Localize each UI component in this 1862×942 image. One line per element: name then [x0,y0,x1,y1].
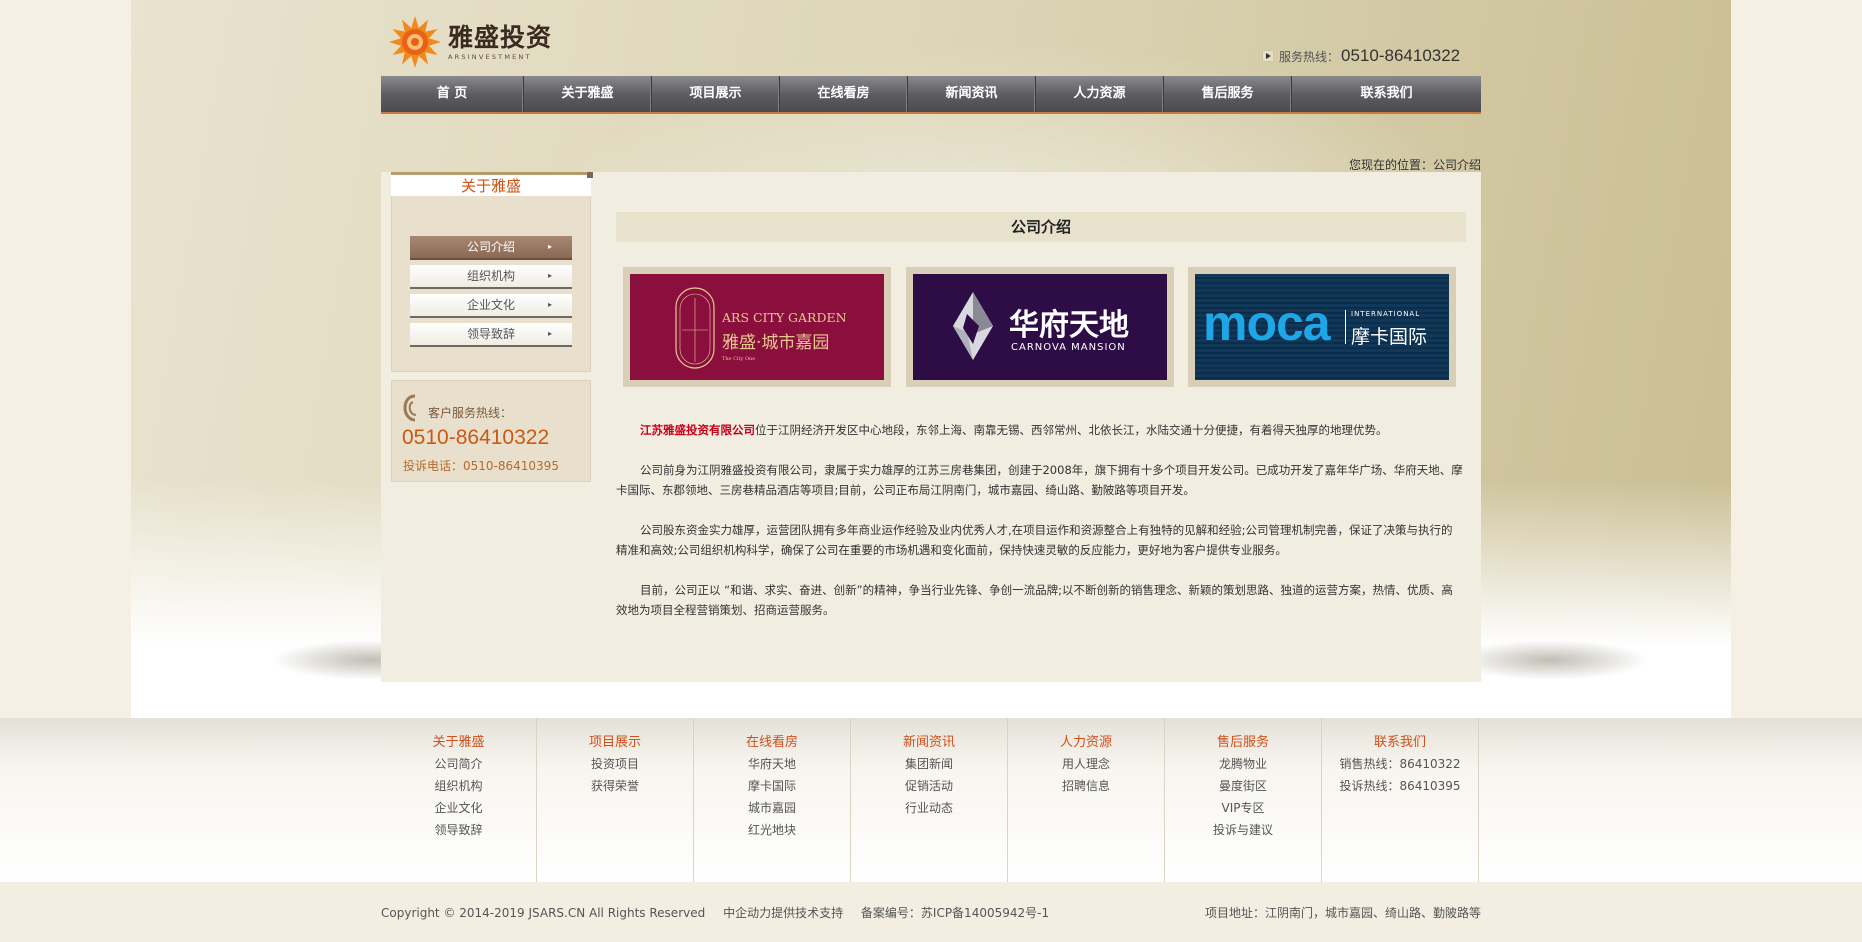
footer-link[interactable]: 公司简介 [381,753,536,775]
phone-icon [403,394,427,422]
sun-logo-icon [388,15,442,69]
sidebar-title-tab [587,172,593,178]
intro-paragraph-2: 公司前身为江阴雅盛投资有限公司，隶属于实力雄厚的江苏三房巷集团，创建于2008年… [616,463,1463,497]
sidebar-item-label: 领导致辞 [466,327,515,341]
play-icon [1262,50,1274,62]
nav-after-sales[interactable]: 售后服务 [1164,76,1292,112]
footer-link[interactable]: 行业动态 [851,797,1007,819]
footer-link[interactable]: 用人理念 [1008,753,1164,775]
footer-link[interactable]: 投资项目 [537,753,693,775]
footer-col-viewing: 在线看房 华府天地 摩卡国际 城市嘉园 红光地块 [694,718,851,882]
footer-col-title[interactable]: 人力资源 [1008,731,1164,753]
footer-link[interactable]: 摩卡国际 [694,775,850,797]
arrow-right-icon: ▸ [547,329,552,338]
footer-link[interactable]: 龙腾物业 [1165,753,1321,775]
contact-label: 客户服务热线： [428,406,513,420]
sidebar-menu: 公司介绍 ▸ 组织机构 ▸ 企业文化 ▸ 领导致辞 ▸ [410,236,572,352]
breadcrumb: 您现在的位置：公司介绍 [1348,158,1481,172]
banner-carnova-mansion[interactable]: 华府天地 CARNOVA MANSION [906,267,1174,387]
nav-hr[interactable]: 人力资源 [1036,76,1164,112]
footer-col-about: 关于雅盛 公司简介 组织机构 企业文化 领导致辞 [381,718,537,882]
footer-link[interactable]: 获得荣誉 [537,775,693,797]
nav-contact[interactable]: 联系我们 [1292,76,1481,112]
footer-link[interactable]: 红光地块 [694,819,850,841]
footer-link[interactable]: 组织机构 [381,775,536,797]
sidebar-item-label: 企业文化 [466,298,515,312]
footer-link[interactable]: 集团新闻 [851,753,1007,775]
footer-col-news: 新闻资讯 集团新闻 促销活动 行业动态 [851,718,1008,882]
sidebar-item-leadership[interactable]: 领导致辞 ▸ [410,323,572,347]
intro-paragraph-3: 公司股东资金实力雄厚，运营团队拥有多年商业运作经验及业内优秀人才,在项目运作和资… [616,523,1453,557]
footer-col-title[interactable]: 项目展示 [537,731,693,753]
company-name-highlight: 江苏雅盛投资有限公司 [640,423,755,437]
footer-col-title[interactable]: 关于雅盛 [381,731,536,753]
banner-title-cn: 雅盛·城市嘉园 [722,333,830,353]
banner-title-cn: 华府天地 [1009,308,1129,343]
arrow-right-icon: ▸ [547,271,552,280]
logo-title: 雅盛投资 [448,23,553,52]
footer-text: 销售热线：86410322 [1339,757,1461,771]
arrow-right-icon: ▸ [547,242,552,251]
support-link[interactable]: 中企动力提供技术支持 [723,906,843,920]
footer-link[interactable]: 华府天地 [694,753,850,775]
banner-city-garden[interactable]: ARS CITY GARDEN 雅盛·城市嘉园 The City One [623,267,891,387]
logo-subtitle: ARSINVESTMENT [448,53,532,61]
arrow-right-icon: ▸ [547,300,552,309]
hotline-number: 0510-86410322 [1341,46,1461,65]
header-hotline: 服务热线： 0510-86410322 [1262,46,1460,66]
footer-col-title[interactable]: 新闻资讯 [851,731,1007,753]
banner-subtitle: The City One [722,356,756,362]
intro-paragraph-1: 江苏雅盛投资有限公司位于江阴经济开发区中心地段，东邻上海、南靠无锡、西邻常州、北… [616,420,1464,440]
footer-links: 关于雅盛 公司简介 组织机构 企业文化 领导致辞 项目展示 投资项目 获得荣誉 … [381,718,1479,882]
footer-link[interactable]: 投诉与建议 [1165,819,1321,841]
footer-col-title[interactable]: 售后服务 [1165,731,1321,753]
sidebar-item-culture[interactable]: 企业文化 ▸ [410,294,572,318]
footer-text: 投诉热线：86410395 [1339,779,1461,793]
banner-title-en: moca [1203,295,1331,351]
nav-projects[interactable]: 项目展示 [652,76,780,112]
banner-subtitle: INTERNATIONAL [1351,310,1421,318]
main-nav: 首 页 关于雅盛 项目展示 在线看房 新闻资讯 人力资源 售后服务 联系我们 [381,76,1481,114]
sidebar-item-organization[interactable]: 组织机构 ▸ [410,265,572,289]
footer-col-projects: 项目展示 投资项目 获得荣誉 [537,718,694,882]
sidebar-title: 关于雅盛 [391,172,591,196]
footer-link[interactable]: 领导致辞 [381,819,536,841]
footer-col-title[interactable]: 在线看房 [694,731,850,753]
footer-link[interactable]: 城市嘉园 [694,797,850,819]
nav-about[interactable]: 关于雅盛 [524,76,652,112]
nav-online-viewing[interactable]: 在线看房 [780,76,908,112]
footer-link[interactable]: 企业文化 [381,797,536,819]
intro-paragraph-4: 目前，公司正以 “和谐、求实、奋进、创新”的精神，争当行业先锋、争创一流品牌;以… [616,583,1453,617]
banner-moca-international[interactable]: moca INTERNATIONAL 摩卡国际 [1188,267,1456,387]
sidebar-item-label: 组织机构 [466,269,515,283]
footer-link[interactable]: 曼度街区 [1165,775,1321,797]
banner-title-en: CARNOVA MANSION [1011,342,1126,353]
footer-link[interactable]: VIP专区 [1165,797,1321,819]
icp-number[interactable]: 备案编号：苏ICP备14005942号-1 [861,906,1049,920]
footer-col-after-sales: 售后服务 龙腾物业 曼度街区 VIP专区 投诉与建议 [1165,718,1322,882]
paragraph-text: 位于江阴经济开发区中心地段，东邻上海、南靠无锡、西邻常州、北依长江，水陆交通十分… [755,423,1388,437]
hotline-label: 服务热线： [1279,49,1340,64]
sidebar-item-company-intro[interactable]: 公司介绍 ▸ [410,236,572,260]
complaint-number: 投诉电话：0510-86410395 [403,459,559,473]
footer-col-hr: 人力资源 用人理念 招聘信息 [1008,718,1165,882]
sidebar-item-label: 公司介绍 [466,240,515,254]
page-title: 公司介绍 [616,212,1466,242]
banner-divider [1345,310,1346,344]
banner-title-cn: 摩卡国际 [1351,326,1428,348]
project-address: 项目地址：江阴南门，城市嘉园、绮山路、勤陂路等 [1204,906,1481,920]
contact-number: 0510-86410322 [402,426,550,449]
nav-news[interactable]: 新闻资讯 [908,76,1036,112]
banner-title-en: ARS CITY GARDEN [722,310,847,325]
footer-link[interactable]: 招聘信息 [1008,775,1164,797]
site-logo[interactable]: 雅盛投资 ARSINVESTMENT [388,14,558,70]
copyright-line: Copyright © 2014-2019 JSARS.CN All Right… [381,904,1063,921]
footer-link[interactable]: 促销活动 [851,775,1007,797]
footer-col-title[interactable]: 联系我们 [1322,731,1478,753]
nav-home[interactable]: 首 页 [381,76,524,112]
copyright-text: Copyright © 2014-2019 JSARS.CN All Right… [381,906,706,920]
footer-col-contact: 联系我们 销售热线：86410322 投诉热线：86410395 [1322,718,1479,882]
